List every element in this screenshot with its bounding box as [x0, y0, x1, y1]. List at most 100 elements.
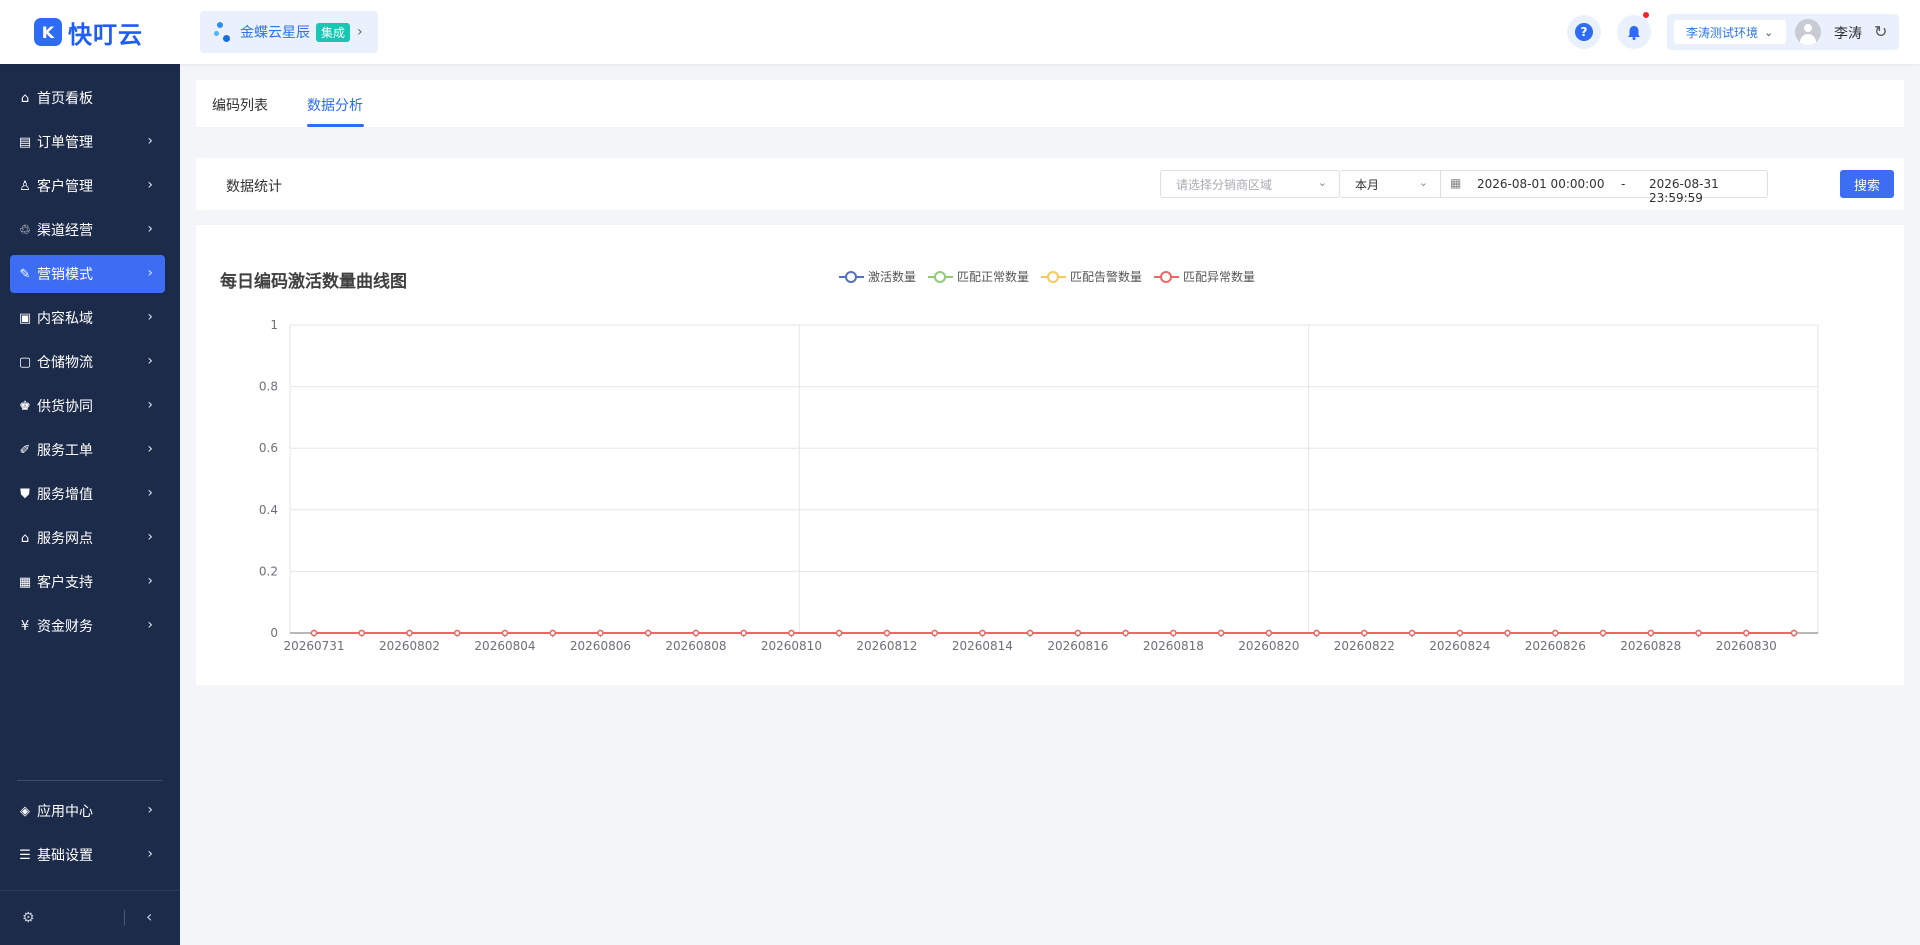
collapse-sidebar-icon[interactable]: ‹	[146, 907, 152, 926]
chevron-right-icon: ›	[147, 617, 153, 633]
data-point	[1265, 629, 1273, 637]
notification-button[interactable]	[1617, 12, 1651, 49]
data-point	[453, 629, 461, 637]
sidebar-item-icon: ♚	[19, 398, 31, 414]
data-point	[1408, 629, 1416, 637]
y-tick-label: 0.2	[259, 564, 278, 578]
chevron-right-icon: ›	[147, 133, 153, 149]
tab-data-analysis[interactable]: 数据分析	[307, 95, 363, 115]
footer-separator	[124, 910, 125, 926]
sidebar-item-label: 服务网点	[37, 531, 93, 547]
chevron-right-icon: ›	[147, 353, 153, 369]
sidebar-item-icon: ✎	[19, 266, 31, 282]
sidebar-footer-divider	[0, 890, 180, 891]
app-logo[interactable]: K 快叮云	[34, 16, 143, 49]
date-range-picker[interactable]: ▦ 2026-08-01 00:00:00 - 2026-08-31 23:59…	[1440, 170, 1768, 205]
sidebar-item-10[interactable]: ⌂ 服务网点 ›	[10, 519, 165, 557]
sidebar-item-9[interactable]: ⛊ 服务增值 ›	[10, 475, 165, 513]
x-tick-label: 20260816	[1047, 639, 1108, 653]
sidebar-bottom-item-1[interactable]: ☰ 基础设置 ›	[10, 836, 165, 874]
region-placeholder: 请选择分销商区域	[1176, 177, 1273, 192]
sidebar-item-icon: ¥	[20, 618, 30, 634]
sidebar-item-label: 应用中心	[37, 804, 93, 820]
region-select[interactable]: 请选择分销商区域 ⌄	[1160, 170, 1340, 198]
logo-mark-icon: K	[34, 18, 62, 46]
line-chart: 0 0.2 0.4 0.6 0.8 1 20260731 20260802 20260804 20…	[259, 318, 1819, 653]
sidebar-item-0[interactable]: ⌂ 首页看板	[10, 79, 165, 117]
chevron-right-icon: ›	[357, 24, 363, 40]
search-button[interactable]: 搜索	[1840, 170, 1894, 198]
integration-dots-icon	[214, 21, 234, 43]
x-tick-label: 20260824	[1429, 639, 1490, 653]
sidebar-item-5[interactable]: ▣ 内容私域 ›	[10, 299, 165, 337]
data-point	[1361, 629, 1368, 637]
sidebar-item-8[interactable]: ✐ 服务工单 ›	[10, 431, 165, 469]
integration-switcher[interactable]: 金蝶云星辰 集成 ›	[200, 11, 378, 53]
sidebar-item-icon: ☰	[19, 847, 31, 863]
chevron-right-icon: ›	[147, 485, 153, 501]
refresh-icon[interactable]: ↻	[1874, 22, 1887, 41]
logo-text: 快叮云	[68, 20, 143, 49]
help-button[interactable]: ?	[1567, 15, 1601, 49]
x-tick-label: 20260828	[1620, 639, 1681, 653]
help-icon: ?	[1575, 23, 1593, 41]
x-tick-label: 20260826	[1525, 639, 1586, 653]
data-point	[1122, 629, 1129, 637]
username[interactable]: 李涛	[1834, 23, 1862, 43]
date-start-input[interactable]: 2026-08-01 00:00:00	[1477, 177, 1604, 191]
data-point	[835, 629, 843, 637]
x-tick-label: 20260830	[1716, 639, 1777, 653]
sidebar-item-2[interactable]: ♙ 客户管理 ›	[10, 167, 165, 205]
data-point	[358, 629, 365, 637]
x-tick-label: 20260814	[952, 639, 1013, 653]
sidebar-item-7[interactable]: ♚ 供货协同 ›	[10, 387, 165, 425]
sidebar-item-label: 首页看板	[37, 91, 93, 107]
sidebar-item-label: 供货协同	[37, 399, 93, 415]
sidebar-item-icon: ▤	[18, 134, 32, 150]
x-tick-label: 20260822	[1334, 639, 1395, 653]
chevron-right-icon: ›	[147, 265, 153, 281]
sidebar-bottom-item-0[interactable]: ◈ 应用中心 ›	[10, 792, 165, 830]
sidebar-item-icon: ⌂	[20, 90, 30, 106]
sidebar-item-icon: ⛊	[20, 486, 30, 502]
sidebar-item-12[interactable]: ¥ 资金财务 ›	[10, 607, 165, 645]
x-tick-label: 20260806	[570, 639, 631, 653]
top-header: K 快叮云 金蝶云星辰 集成 › ? 李涛测试环境 ⌄ 李涛 ↻	[0, 0, 1920, 64]
environment-select[interactable]: 李涛测试环境 ⌄	[1674, 20, 1786, 44]
sidebar-item-label: 客户支持	[37, 575, 93, 591]
data-point	[883, 629, 891, 637]
data-point	[1170, 629, 1177, 637]
y-tick-label: 0.6	[259, 441, 278, 455]
filter-title: 数据统计	[226, 179, 282, 195]
sidebar-item-4[interactable]: ✎ 营销模式 ›	[10, 255, 165, 293]
chevron-down-icon: ⌄	[1317, 176, 1327, 189]
chevron-down-icon: ⌄	[1764, 25, 1774, 39]
chevron-right-icon: ›	[147, 573, 153, 589]
data-point	[979, 629, 986, 637]
x-tick-label: 20260818	[1143, 639, 1204, 653]
x-tick-label: 20260804	[474, 639, 535, 653]
x-tick-label: 20260802	[379, 639, 440, 653]
settings-gear-icon[interactable]: ⚙	[22, 910, 35, 926]
data-point	[501, 629, 509, 637]
period-select[interactable]: 本月 ⌄	[1340, 170, 1441, 198]
avatar-icon[interactable]	[1795, 19, 1821, 45]
sidebar-item-6[interactable]: ▢ 仓储物流 ›	[10, 343, 165, 381]
user-area: 李涛测试环境 ⌄ 李涛 ↻	[1667, 14, 1899, 50]
data-point	[406, 629, 413, 637]
date-separator: -	[1621, 177, 1626, 191]
sidebar-item-1[interactable]: ▤ 订单管理 ›	[10, 123, 165, 161]
sidebar-item-11[interactable]: ▦ 客户支持 ›	[10, 563, 165, 601]
tab-code-list[interactable]: 编码列表	[212, 95, 268, 115]
data-point	[1456, 629, 1464, 637]
data-point	[1743, 629, 1750, 637]
data-point	[310, 629, 318, 637]
chevron-right-icon: ›	[147, 309, 153, 325]
chevron-down-icon: ⌄	[1418, 176, 1428, 189]
chevron-right-icon: ›	[147, 802, 153, 818]
data-point	[1026, 629, 1034, 637]
date-end-input[interactable]: 2026-08-31 23:59:59	[1649, 177, 1767, 205]
data-point	[1504, 629, 1511, 637]
integration-name: 金蝶云星辰	[240, 25, 310, 41]
sidebar-item-3[interactable]: ♲ 渠道经营 ›	[10, 211, 165, 249]
